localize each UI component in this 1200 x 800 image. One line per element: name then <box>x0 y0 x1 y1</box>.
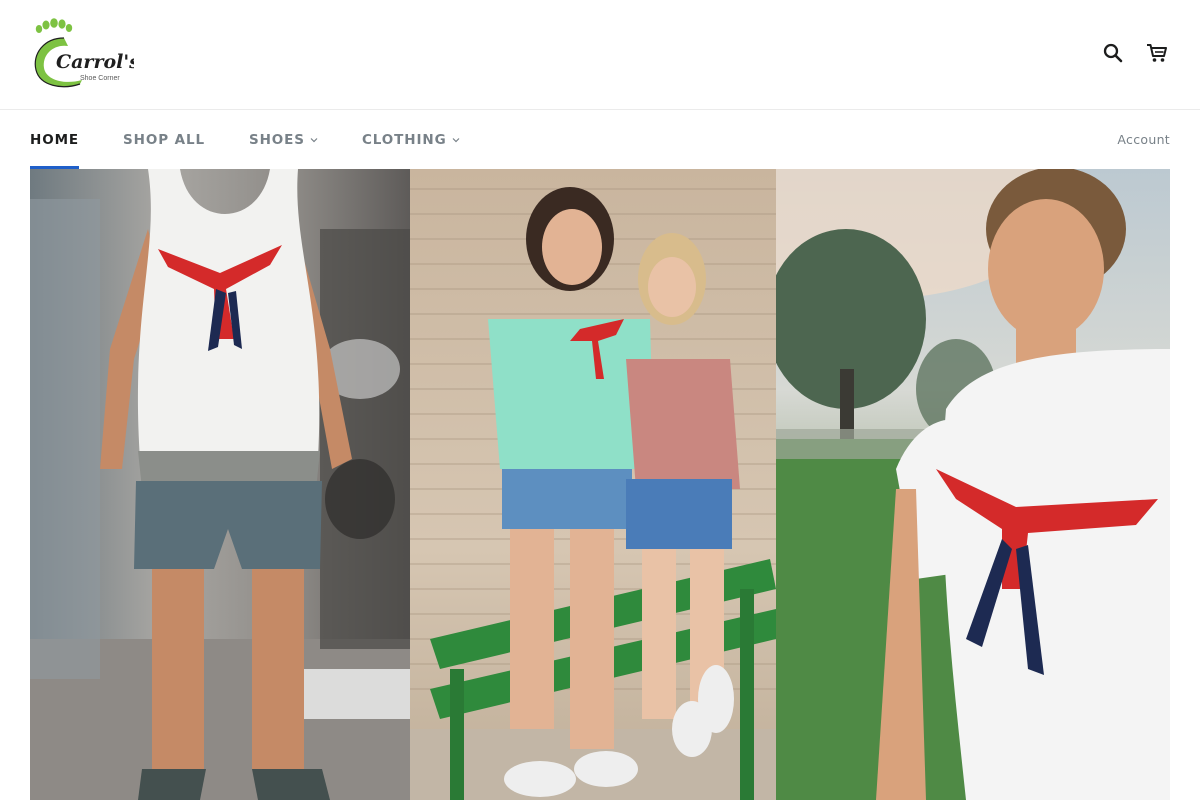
search-icon[interactable] <box>1100 38 1126 68</box>
cart-icon[interactable] <box>1144 38 1170 68</box>
nav-item-home[interactable]: HOME <box>30 110 80 169</box>
header-icons <box>1100 38 1170 68</box>
chevron-down-icon <box>452 138 459 143</box>
nav-item-label: HOME <box>30 131 80 148</box>
hero-collage <box>30 169 1170 800</box>
nav-item-label: CLOTHING <box>361 131 447 148</box>
hero-image-boy-white-tee[interactable] <box>776 169 1170 800</box>
nav-list: HOME SHOP ALL SHOES CLOTHING <box>30 110 504 169</box>
site-header: Carrol's Shoe Corner <box>0 0 1200 110</box>
chevron-down-icon <box>310 138 318 143</box>
logo-subtext: Shoe Corner <box>80 75 120 82</box>
nav-item-shoes[interactable]: SHOES <box>249 110 318 169</box>
nav-item-label: SHOES <box>248 131 305 148</box>
main-nav: HOME SHOP ALL SHOES CLOTHING Account <box>0 110 1200 169</box>
hero-image-girls-brick-wall[interactable] <box>410 169 776 800</box>
account-link[interactable]: Account <box>1117 110 1170 169</box>
nav-item-clothing[interactable]: CLOTHING <box>362 110 460 169</box>
nav-item-label: SHOP ALL <box>123 131 205 148</box>
hero-image-man-tank-top[interactable] <box>30 169 410 800</box>
logo-wordmark: Carrol's <box>56 51 134 73</box>
nav-item-shop-all[interactable]: SHOP ALL <box>123 110 205 169</box>
store-logo[interactable]: Carrol's Shoe Corner <box>30 18 134 92</box>
